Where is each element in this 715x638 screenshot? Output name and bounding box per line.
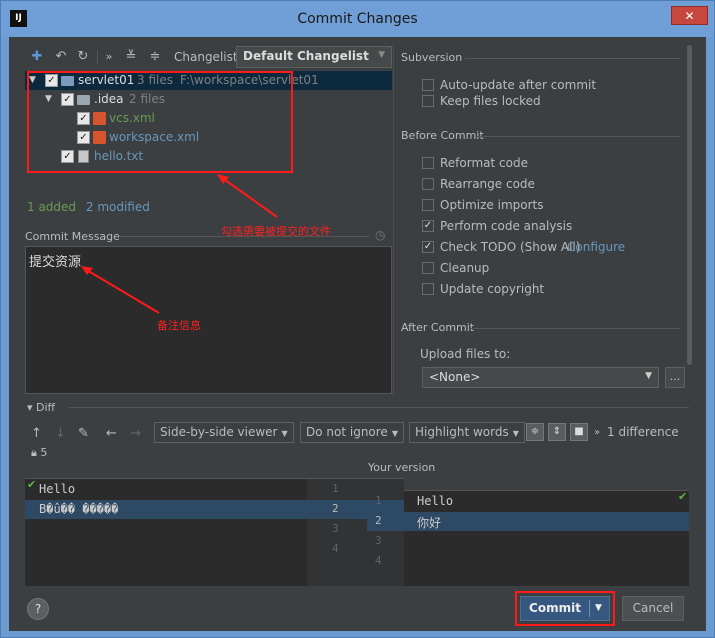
changed-line-highlight (404, 512, 689, 531)
chevron-down-icon: ▼ (512, 429, 519, 438)
right-line-number: 2 (375, 514, 382, 527)
changed-line-highlight (367, 512, 404, 531)
section-divider (471, 328, 680, 329)
left-line-number: 1 (332, 482, 339, 495)
section-title-before-commit: Before Commit (401, 129, 484, 142)
more-icon[interactable]: » (594, 427, 600, 438)
whitespace-select[interactable]: Do not ignore ▼ (300, 422, 404, 443)
right-line-number: 3 (375, 534, 382, 547)
section-title-subversion: Subversion (401, 51, 463, 64)
section-divider (465, 58, 680, 59)
lock-counter: 🔒︎ 5 (31, 446, 48, 459)
arrow-down-icon[interactable]: ↓ (55, 426, 66, 441)
options-scrollbar[interactable] (687, 45, 692, 365)
checkbox-reformat[interactable] (422, 157, 434, 169)
upload-target-value: <None> (429, 370, 481, 384)
dialog-body: ✚ ↶ ↻ » ≚ ≑ Changelist: Default Changeli… (9, 37, 706, 631)
right-code-line-2: 你好 (417, 516, 442, 530)
left-line-number: 3 (332, 522, 339, 535)
diff-section-header[interactable]: ▾ Diff (27, 401, 55, 414)
right-line-number: 4 (375, 554, 382, 567)
checkbox-cleanup[interactable] (422, 262, 434, 274)
right-line-number: 1 (375, 494, 382, 507)
diff-right-pane[interactable]: ✔ Hello 你好 (404, 490, 689, 586)
upload-label: Upload files to: (420, 347, 511, 361)
help-button[interactable]: ? (27, 598, 49, 620)
highlight-select[interactable]: Highlight words ▼ (409, 422, 525, 443)
viewer-select[interactable]: Side-by-side viewer ▼ (154, 422, 294, 443)
commit-changes-window: IJ Commit Changes ✕ ✚ ↶ ↻ » ≚ ≑ Changeli… (0, 0, 715, 638)
close-button[interactable]: ✕ (671, 6, 708, 25)
chevron-down-icon: ▼ (645, 371, 652, 381)
left-code-line-2: B�û�� ����� (39, 502, 119, 516)
left-line-number: 2 (332, 502, 339, 515)
edit-icon[interactable]: ✎ (78, 426, 89, 441)
checkbox-code-analysis[interactable]: ✓ (422, 220, 434, 232)
left-line-number: 4 (332, 542, 339, 555)
difference-count: 1 difference (607, 425, 679, 439)
upload-target-select[interactable]: <None> ▼ (422, 367, 659, 388)
checkmark-icon: ✔ (678, 490, 688, 503)
window-title: Commit Changes (297, 11, 418, 27)
upload-more-button[interactable]: ... (665, 367, 685, 388)
section-divider (477, 136, 680, 137)
your-version-label: Your version (368, 461, 436, 474)
arrow-right-icon[interactable]: → (130, 426, 141, 441)
panel-divider (393, 42, 394, 397)
title-bar: IJ Commit Changes ✕ (1, 1, 714, 37)
checkbox-keep-locked[interactable] (422, 95, 434, 107)
chevron-down-icon: ▼ (281, 429, 288, 438)
chevron-down-icon: ▼ (391, 429, 398, 438)
diff-title: Diff (36, 401, 56, 414)
diff-left-pane[interactable]: ✔ Hello B�û�� ����� (25, 478, 307, 586)
checkbox-auto-update[interactable] (422, 79, 434, 91)
cancel-button[interactable]: Cancel (622, 596, 684, 621)
checkbox-update-copyright[interactable] (422, 283, 434, 295)
checkbox-optimize-imports[interactable] (422, 199, 434, 211)
section-title-after-commit: After Commit (401, 321, 475, 334)
lock-icon: 🔒︎ (31, 446, 37, 459)
checkbox-check-todo[interactable]: ✓ (422, 241, 434, 253)
left-code-line-1: Hello (39, 482, 76, 496)
section-divider (69, 407, 689, 408)
arrow-up-icon[interactable]: ↑ (31, 426, 42, 441)
highlight-box-commit (515, 591, 615, 626)
arrow-left-icon[interactable]: ← (106, 426, 117, 441)
configure-link[interactable]: Configure (567, 238, 625, 256)
collapse-unchanged-icon[interactable]: ≑ (526, 423, 544, 441)
checkmark-icon: ✔ (27, 478, 37, 491)
sync-scroll-icon[interactable]: ⇕ (548, 423, 566, 441)
checkbox-rearrange[interactable] (422, 178, 434, 190)
diff-gutter: 1 2 3 4 1 2 3 4 (307, 478, 404, 586)
lock-icon[interactable]: ■ (570, 423, 588, 441)
right-code-line-1: Hello (417, 494, 454, 508)
